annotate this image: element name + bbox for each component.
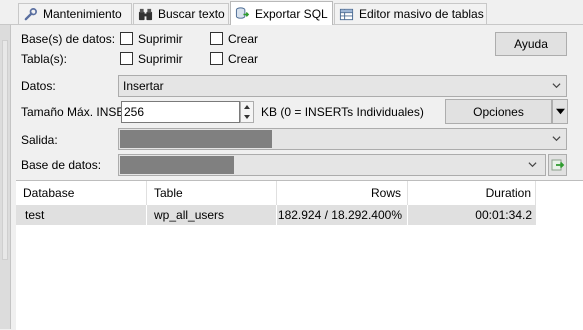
tamano-label: Tamaño Máx. INSE bbox=[21, 105, 125, 119]
options-button[interactable]: Opciones bbox=[445, 99, 552, 124]
tables-crear-checkbox[interactable] bbox=[210, 52, 223, 65]
tamano-input-value: 256 bbox=[124, 105, 145, 119]
go-button[interactable] bbox=[548, 154, 567, 176]
tab-label: Exportar SQL bbox=[255, 6, 328, 21]
header-label: Database bbox=[23, 186, 75, 200]
tables-suprimir-label: Suprimir bbox=[138, 52, 183, 66]
tab-label: Mantenimiento bbox=[43, 7, 122, 21]
binoculars-icon bbox=[138, 8, 153, 20]
export-sql-icon bbox=[235, 7, 250, 19]
tamano-hint: KB (0 = INSERTs Individuales) bbox=[261, 105, 424, 119]
caret-down-icon bbox=[555, 108, 565, 115]
base-datos-label: Base de datos: bbox=[21, 158, 102, 172]
scrollbar-thumb[interactable] bbox=[2, 40, 8, 260]
tab-editor-masivo[interactable]: Editor masivo de tablas bbox=[334, 3, 487, 24]
options-dropdown-button[interactable] bbox=[552, 99, 568, 124]
salida-select[interactable] bbox=[118, 128, 567, 150]
column-header-table[interactable]: Table bbox=[147, 181, 277, 205]
databases-suprimir-checkbox[interactable] bbox=[120, 32, 133, 45]
spin-up-icon[interactable] bbox=[243, 103, 251, 111]
redacted-salida-value bbox=[120, 130, 272, 148]
databases-crear-label: Crear bbox=[228, 32, 259, 46]
table-editor-icon bbox=[339, 8, 354, 20]
left-panel-scrollbar[interactable] bbox=[0, 0, 11, 329]
tamano-spinner[interactable] bbox=[240, 101, 254, 123]
tab-exportar-sql[interactable]: Exportar SQL bbox=[230, 1, 333, 25]
help-button[interactable]: Ayuda bbox=[495, 32, 567, 56]
header-label: Duration bbox=[485, 186, 531, 200]
spin-down-icon[interactable] bbox=[243, 113, 251, 121]
cell-duration: 00:01:34.2 bbox=[475, 208, 532, 222]
results-grid[interactable]: Database Table Rows Duration test wp_all… bbox=[16, 180, 583, 330]
table-row[interactable]: test wp_all_users 182.924 / 18.292.400% … bbox=[16, 205, 536, 225]
tab-label: Editor masivo de tablas bbox=[359, 7, 484, 21]
chevron-down-icon bbox=[528, 162, 537, 168]
header-label: Rows bbox=[370, 186, 401, 200]
base-datos-select[interactable] bbox=[118, 154, 546, 176]
header-label: Table bbox=[154, 186, 183, 200]
tables-label: Tabla(s): bbox=[21, 52, 68, 66]
cell-rows: 182.924 / 18.292.400% bbox=[277, 205, 408, 225]
datos-select-value: Insertar bbox=[123, 79, 164, 93]
datos-label: Datos: bbox=[21, 79, 56, 93]
tables-suprimir-checkbox[interactable] bbox=[120, 52, 133, 65]
arrow-right-icon bbox=[551, 159, 564, 171]
tamano-input[interactable]: 256 bbox=[121, 101, 240, 123]
column-header-database[interactable]: Database bbox=[16, 181, 147, 205]
tables-crear-label: Crear bbox=[228, 52, 259, 66]
tab-buscar-texto[interactable]: Buscar texto bbox=[133, 3, 229, 24]
tab-label: Buscar texto bbox=[158, 7, 225, 21]
tab-mantenimiento[interactable]: Mantenimiento bbox=[18, 3, 132, 24]
datos-select[interactable]: Insertar bbox=[118, 75, 567, 97]
redacted-base-datos-value bbox=[120, 156, 234, 174]
chevron-down-icon bbox=[552, 83, 561, 89]
wrench-icon bbox=[24, 7, 37, 20]
column-header-duration[interactable]: Duration bbox=[408, 181, 536, 205]
tab-strip: Mantenimiento Buscar texto Exportar SQL … bbox=[0, 0, 583, 25]
salida-label: Salida: bbox=[21, 133, 58, 147]
column-header-rows[interactable]: Rows bbox=[277, 181, 408, 205]
chevron-down-icon bbox=[552, 136, 561, 142]
databases-label: Base(s) de datos: bbox=[21, 32, 116, 46]
databases-suprimir-label: Suprimir bbox=[138, 32, 183, 46]
cell-database: test bbox=[16, 205, 147, 225]
cell-table: wp_all_users bbox=[147, 205, 277, 225]
databases-crear-checkbox[interactable] bbox=[210, 32, 223, 45]
